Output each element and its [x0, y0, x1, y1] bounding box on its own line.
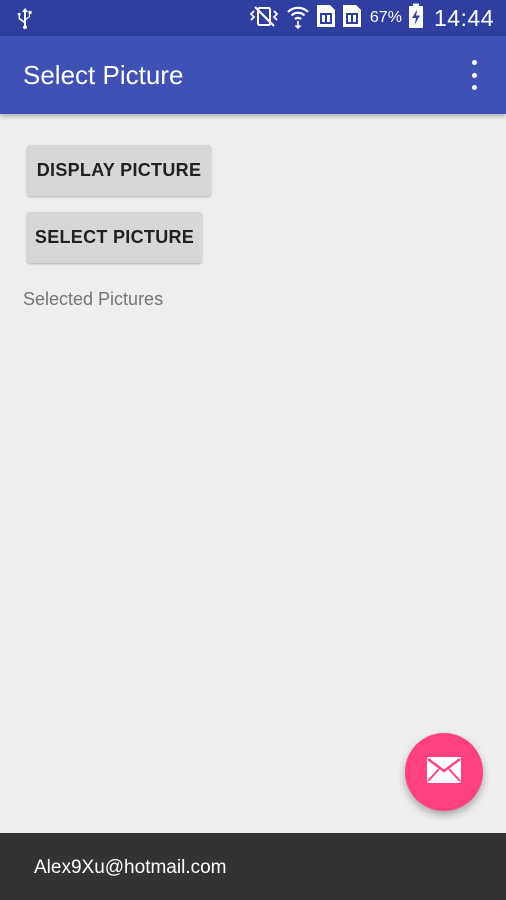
sim2-icon [342, 4, 362, 33]
battery-percent: 67% [369, 9, 402, 26]
status-time: 14:44 [433, 4, 494, 31]
wifi-icon [286, 3, 310, 34]
sim1-icon [316, 4, 336, 33]
bottom-bar: Alex9Xu@hotmail.com [0, 833, 506, 900]
status-bar: 67% 14:44 [0, 0, 506, 36]
overflow-dot [471, 85, 477, 90]
app-bar: Select Picture [0, 36, 506, 114]
battery-charging-icon [408, 3, 424, 34]
status-icons: 67% 14:44 [248, 0, 494, 36]
select-picture-button[interactable]: SELECT PICTURE [27, 212, 202, 263]
app-title: Select Picture [23, 60, 184, 90]
usb-icon [17, 7, 33, 34]
overflow-dot [471, 60, 477, 65]
overflow-dot [471, 72, 477, 78]
more-vert-icon[interactable] [460, 60, 488, 90]
selected-pictures-label: Selected Pictures [23, 289, 164, 309]
email-icon [426, 756, 462, 789]
vibrate-icon [248, 5, 280, 32]
author-email: Alex9Xu@hotmail.com [34, 857, 227, 878]
screen: 67% 14:44 Select Picture DISPLAY PICTURE… [0, 0, 506, 900]
email-fab-button[interactable] [405, 733, 483, 811]
display-picture-button[interactable]: DISPLAY PICTURE [27, 145, 211, 196]
